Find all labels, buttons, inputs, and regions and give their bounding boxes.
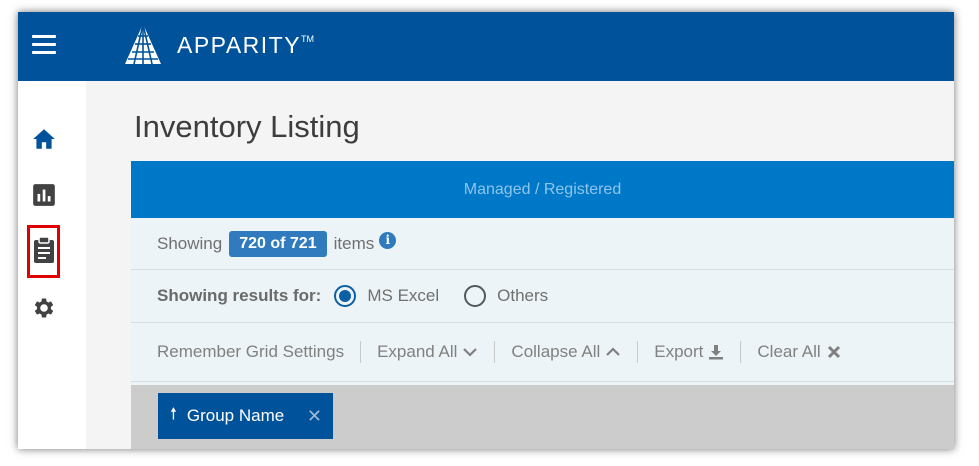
inventory-panel: Managed / Registered Showing 720 of 721 …	[131, 161, 954, 449]
radio-label-others[interactable]: Others	[497, 286, 548, 306]
main-content: Inventory Listing Managed / Registered S…	[86, 81, 954, 449]
grid-toolbar: Remember Grid Settings Expand All Collap…	[131, 323, 954, 382]
bar-chart-icon[interactable]	[30, 181, 58, 209]
brand-name: APPARITYTM	[177, 31, 315, 58]
items-suffix: items	[333, 233, 375, 253]
remove-group-close-icon[interactable]: ✕	[307, 406, 322, 427]
page-title: Inventory Listing	[134, 109, 360, 144]
close-icon	[827, 345, 840, 359]
toolbar-separator	[494, 341, 496, 363]
chevron-up-icon	[606, 347, 621, 356]
collapse-all-button[interactable]: Collapse All	[511, 342, 621, 362]
clipboard-icon[interactable]	[30, 236, 58, 264]
menu-icon[interactable]	[32, 35, 56, 55]
sidebar	[18, 81, 86, 449]
brand-logo[interactable]: APPARITYTM	[121, 20, 314, 68]
apparity-logo-icon	[125, 23, 161, 65]
tab-bar: Managed / Registered	[131, 161, 954, 218]
radio-others[interactable]	[464, 285, 487, 307]
item-count-badge: 720 of 721	[229, 230, 327, 257]
item-count-row: Showing 720 of 721 items i	[131, 218, 954, 270]
expand-all-button[interactable]: Expand All	[377, 342, 478, 362]
remember-grid-settings-button[interactable]: Remember Grid Settings	[157, 342, 344, 362]
home-icon[interactable]	[30, 125, 58, 153]
remember-grid-settings-label: Remember Grid Settings	[157, 342, 345, 361]
trademark-mark: TM	[301, 33, 315, 44]
filter-row: Showing results for: MS Excel Others	[131, 270, 954, 323]
clear-all-label: Clear All	[757, 342, 821, 361]
toolbar-separator	[637, 341, 639, 363]
radio-selected-dot	[339, 290, 352, 302]
expand-all-label: Expand All	[377, 342, 458, 361]
group-chip-group-name[interactable]: 🠕 Group Name ✕	[158, 393, 333, 439]
radio-label-ms-excel[interactable]: MS Excel	[367, 286, 439, 306]
app-window: APPARITYTM Inventory Listing Managed / R…	[18, 12, 954, 449]
export-button[interactable]: Export	[654, 342, 724, 362]
radio-ms-excel[interactable]	[334, 285, 357, 307]
showing-prefix: Showing	[157, 233, 223, 253]
group-chip-label: Group Name	[186, 406, 285, 425]
info-icon[interactable]: i	[379, 232, 397, 249]
toolbar-separator	[740, 341, 742, 363]
group-by-area: 🠕 Group Name ✕	[131, 385, 954, 449]
gear-icon[interactable]	[30, 294, 58, 322]
export-label: Export	[654, 342, 704, 361]
chevron-down-icon	[463, 348, 478, 357]
clear-all-button[interactable]: Clear All	[757, 342, 841, 362]
tab-managed-registered[interactable]: Managed / Registered	[464, 181, 621, 199]
collapse-all-label: Collapse All	[511, 342, 601, 361]
top-bar: APPARITYTM	[18, 12, 954, 81]
download-icon	[709, 345, 724, 360]
filter-label: Showing results for:	[157, 286, 322, 305]
toolbar-separator	[360, 341, 362, 363]
sort-ascending-icon[interactable]: 🠕	[170, 403, 177, 430]
